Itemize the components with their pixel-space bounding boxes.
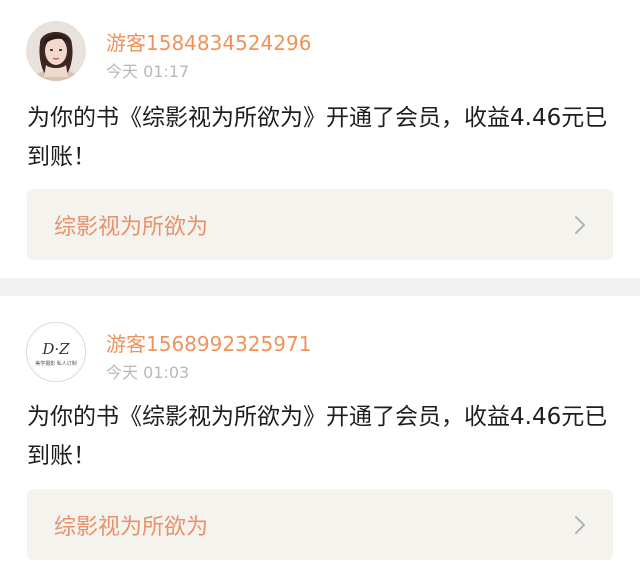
chevron-right-icon: [575, 215, 585, 234]
notification-card: 游客1584834524296 今天 01:17 为你的书《综影视为所欲为》开通…: [0, 0, 640, 278]
timestamp: 今天 01:03: [106, 363, 190, 382]
avatar-portrait-image: [26, 21, 86, 81]
chevron-right-icon: [575, 515, 585, 534]
avatar[interactable]: D·Z 美学摄影 私人订制: [26, 322, 86, 382]
notification-message: 为你的书《综影视为所欲为》开通了会员，收益4.46元已到账！: [27, 105, 608, 170]
username[interactable]: 游客1568992325971: [106, 328, 311, 357]
dz-logo-icon: D·Z 美学摄影 私人订制: [27, 323, 85, 381]
avatar-logo-subtext: 美学摄影 私人订制: [35, 360, 77, 367]
timestamp: 今天 01:17: [106, 62, 190, 81]
avatar[interactable]: [26, 21, 86, 81]
book-link[interactable]: 综影视为所欲为: [27, 189, 613, 260]
book-title: 综影视为所欲为: [54, 214, 209, 240]
book-title: 综影视为所欲为: [54, 514, 209, 540]
username[interactable]: 游客1584834524296: [106, 27, 311, 56]
avatar-logo-text: D·Z: [41, 340, 70, 358]
book-link[interactable]: 综影视为所欲为: [27, 489, 613, 560]
notification-card: D·Z 美学摄影 私人订制 游客1568992325971 今天 01:03 为…: [0, 296, 640, 581]
notification-feed: 游客1584834524296 今天 01:17 为你的书《综影视为所欲为》开通…: [0, 0, 640, 581]
notification-message: 为你的书《综影视为所欲为》开通了会员，收益4.46元已到账！: [27, 404, 608, 469]
